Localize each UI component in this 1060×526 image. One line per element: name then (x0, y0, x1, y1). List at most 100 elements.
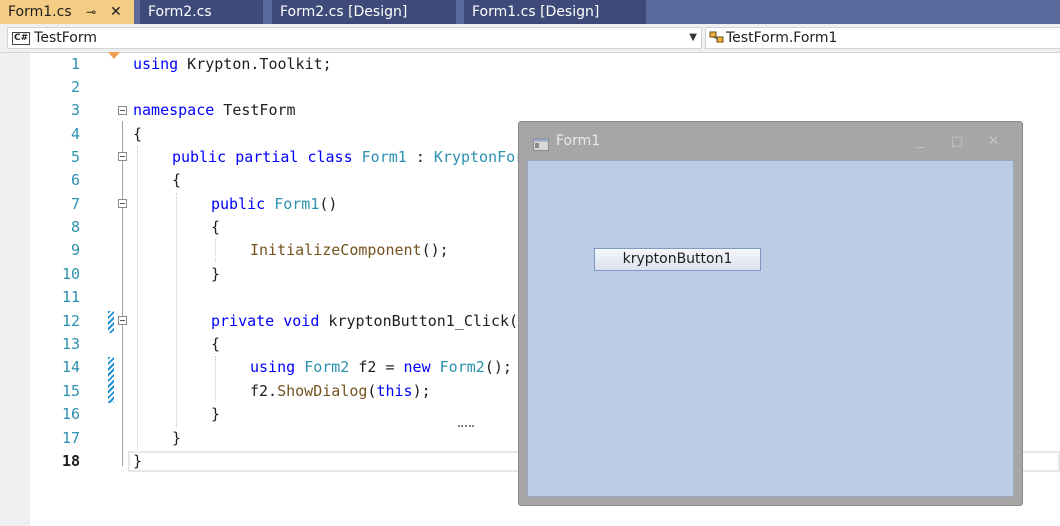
code-line: using Form2 f2 = new Form2(); (250, 356, 512, 379)
form1-title: Form1 (556, 133, 601, 149)
project-name: TestForm (34, 30, 97, 46)
line-number: 7 (70, 195, 80, 213)
csharp-project-icon: C# (12, 32, 31, 45)
line-number: 6 (70, 171, 80, 189)
indent-guide (137, 146, 138, 450)
collapse-method-toggle[interactable] (118, 316, 127, 325)
project-dropdown[interactable]: C# TestForm ▼ (7, 27, 702, 49)
code-text: } (133, 452, 143, 470)
tab-form2-design[interactable]: Form2.cs [Design] (272, 0, 456, 24)
code-line: } (133, 450, 142, 473)
code-text: (); (421, 241, 449, 259)
bookmark-marker (108, 52, 120, 59)
line-number: 16 (61, 405, 80, 423)
code-text: } (211, 405, 221, 423)
close-icon[interactable]: ✕ (110, 0, 122, 24)
code-line: public partial class Form1 : KryptonForm (172, 146, 533, 169)
code-line: { (211, 216, 220, 239)
code-text: Krypton.Toolkit; (178, 55, 332, 73)
line-number: 3 (70, 101, 80, 119)
type-name: Form1 (274, 195, 320, 213)
collapse-constructor-toggle[interactable] (118, 199, 127, 208)
editor-left-margin (0, 53, 30, 526)
form-icon (533, 136, 549, 151)
code-text: (); (484, 358, 512, 376)
method-name: InitializeComponent (250, 241, 422, 259)
form1-window[interactable]: Form1 _ □ ✕ kryptonButton1 (518, 121, 1023, 506)
keyword: public (211, 195, 266, 213)
keyword: private void (211, 312, 320, 330)
indent-guide (176, 193, 177, 427)
tab-label: Form1.cs [Design] (472, 4, 600, 20)
tab-label: Form1.cs (8, 4, 72, 20)
tab-label: Form2.cs (148, 4, 212, 20)
line-number: 5 (70, 148, 80, 166)
pin-icon[interactable]: ⊸ (86, 0, 96, 24)
tab-label: Form2.cs [Design] (280, 4, 408, 20)
line-number-current: 18 (61, 452, 80, 470)
code-text: { (211, 335, 221, 353)
code-line: { (133, 123, 142, 146)
chevron-down-icon[interactable]: ▼ (689, 28, 697, 48)
suggestion-squiggle (458, 423, 474, 427)
code-text: { (133, 125, 143, 143)
keyword: namespace (133, 101, 215, 119)
code-line: { (211, 333, 220, 356)
collapse-namespace-toggle[interactable] (118, 106, 127, 115)
keyword: using (133, 55, 179, 73)
code-text: f2 = (349, 358, 404, 376)
line-number: 2 (70, 78, 80, 96)
line-number: 8 (70, 218, 80, 236)
code-text: TestForm (214, 101, 296, 119)
tab-form1-design[interactable]: Form1.cs [Design] (464, 0, 646, 24)
line-number: 17 (61, 429, 80, 447)
tab-form2-cs[interactable]: Form2.cs (140, 0, 263, 24)
maximize-icon[interactable]: □ (951, 134, 963, 149)
code-line: } (172, 427, 181, 450)
keyword: new (403, 358, 431, 376)
method-name: ShowDialog (277, 382, 368, 400)
collapse-class-toggle[interactable] (118, 152, 127, 161)
code-text: { (172, 171, 182, 189)
keyword: using (250, 358, 296, 376)
line-number: 1 (70, 55, 80, 73)
krypton-button-1[interactable]: kryptonButton1 (594, 248, 761, 271)
line-number: 9 (70, 241, 80, 259)
code-text: f2. (250, 382, 278, 400)
class-icon (709, 30, 724, 44)
document-tab-strip: Form1.cs ⊸ ✕ Form2.cs Form2.cs [Design] … (0, 0, 1060, 24)
form1-title-bar[interactable]: Form1 _ □ ✕ (519, 122, 1022, 158)
type-name: Form2 (304, 358, 350, 376)
code-text: { (211, 218, 221, 236)
code-line: using Krypton.Toolkit; (133, 53, 332, 76)
line-number: 4 (70, 125, 80, 143)
type-dropdown[interactable]: TestForm.Form1 (705, 27, 1060, 49)
type-name: Form2 (439, 358, 485, 376)
indent-guide (215, 356, 216, 402)
code-line: namespace TestForm (133, 99, 296, 122)
code-text: } (211, 265, 221, 283)
tab-form1-cs[interactable]: Form1.cs ⊸ ✕ (0, 0, 134, 24)
line-number: 11 (61, 288, 80, 306)
minimize-icon[interactable]: _ (917, 134, 924, 149)
line-number: 13 (61, 335, 80, 353)
form1-client-area: kryptonButton1 (527, 160, 1014, 497)
code-line: f2.ShowDialog(this); (250, 380, 431, 403)
code-line: InitializeComponent(); (250, 239, 449, 262)
line-number: 15 (61, 382, 80, 400)
code-line: } (211, 403, 220, 426)
change-tracking-marker (108, 357, 114, 403)
code-text: } (172, 429, 182, 447)
navigation-bar: C# TestForm ▼ TestForm.Form1 (0, 24, 1060, 53)
change-tracking-marker (108, 311, 114, 333)
code-text: ); (412, 382, 431, 400)
keyword: public partial class (172, 148, 353, 166)
line-number: 12 (61, 312, 80, 330)
outline-line (122, 121, 123, 466)
indent-guide (215, 239, 216, 262)
type-name: Form1 (361, 148, 407, 166)
code-line: { (172, 169, 181, 192)
code-line: } (211, 263, 220, 286)
close-icon[interactable]: ✕ (988, 134, 999, 149)
keyword: this (376, 382, 413, 400)
